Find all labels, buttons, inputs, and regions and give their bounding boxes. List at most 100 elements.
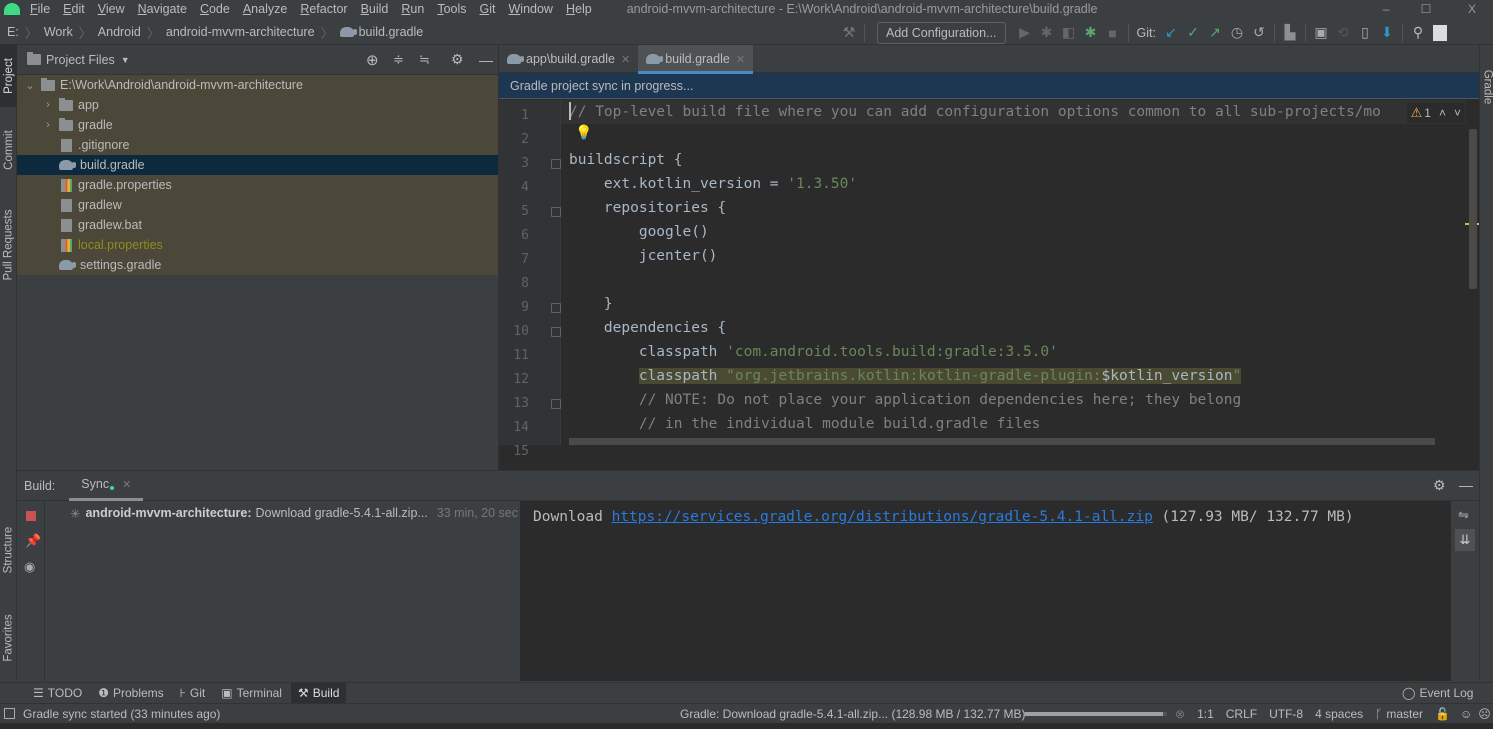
git-commit-icon[interactable]: ✓ [1182,23,1204,43]
tree-item-settings-gradle[interactable]: settings.gradle [17,255,498,275]
breadcrumb-drive[interactable]: E: [7,25,19,39]
tool-tab-commit[interactable]: Commit [0,115,17,185]
horizontal-scrollbar[interactable] [569,438,1435,445]
toggle-tool-windows-icon[interactable] [4,708,15,719]
tree-item-gitignore[interactable]: .gitignore [17,135,498,155]
menu-code[interactable]: Code [200,2,230,16]
scroll-to-end-icon[interactable]: ⇊ [1455,529,1475,551]
minimize-button[interactable]: – [1366,0,1406,18]
hide-panel-icon[interactable]: — [1459,477,1473,493]
debug-icon[interactable]: ✱ [1036,23,1058,43]
close-tab-icon[interactable]: ✕ [621,53,630,66]
line-separator[interactable]: CRLF [1226,707,1257,721]
menu-build[interactable]: Build [361,2,389,16]
close-tab-icon[interactable]: ✕ [736,53,745,66]
inspection-widget[interactable]: ⚠ 1 ˄ ˅ [1406,103,1465,123]
tool-tab-structure[interactable]: Structure [0,515,17,585]
search-icon[interactable]: ⚲ [1407,23,1429,43]
chevron-down-icon[interactable]: ⌄ [23,79,37,92]
profile-icon[interactable]: ◧ [1058,23,1080,43]
chevron-right-icon[interactable]: › [41,99,55,111]
lightbulb-icon[interactable]: 💡 [575,124,592,141]
soft-wrap-icon[interactable]: ⇋ [1458,507,1469,523]
download-link[interactable]: https://services.gradle.org/distribution… [612,509,1153,525]
git-push-icon[interactable]: ↗ [1204,23,1226,43]
tool-tab-project[interactable]: Project [0,45,17,107]
pin-icon[interactable]: 📌 [25,533,41,549]
event-log-button[interactable]: ◯ Event Log [1402,686,1473,700]
tree-item-app[interactable]: › app [17,95,498,115]
tree-root[interactable]: ⌄ E:\Work\Android\android-mvvm-architect… [17,75,498,95]
breadcrumb-work[interactable]: Work [44,25,73,39]
expand-all-icon[interactable]: ≑ [393,52,404,68]
run-icon[interactable]: ▶ [1014,23,1036,43]
eye-filter-icon[interactable]: ◉ [24,559,35,575]
stop-icon[interactable]: ■ [1102,23,1124,43]
emulator-icon[interactable]: ▣ [1310,23,1332,43]
menu-analyze[interactable]: Analyze [243,2,287,16]
tool-tab-build[interactable]: ⚒ Build [290,682,347,704]
chevron-right-icon[interactable]: › [41,119,55,131]
build-task-row[interactable]: ✳ android-mvvm-architecture: Download gr… [70,504,520,522]
git-history-icon[interactable]: ◷ [1226,23,1248,43]
next-highlight-icon[interactable]: ˅ [1454,106,1461,120]
close-button[interactable]: X [1452,0,1492,18]
maximize-button[interactable]: ☐ [1406,0,1446,18]
tab-app-build-gradle[interactable]: app\build.gradle ✕ [499,45,638,73]
fold-marker-icon[interactable] [551,327,561,337]
breadcrumb-project[interactable]: android-mvvm-architecture [166,25,315,39]
file-encoding[interactable]: UTF-8 [1269,707,1303,721]
tool-tab-git[interactable]: ⊦ Git [173,683,213,704]
menu-window[interactable]: Window [508,2,552,16]
status-message[interactable]: Gradle sync started (33 minutes ago) [23,707,220,721]
chevron-down-icon[interactable]: ▼ [121,55,130,65]
cancel-progress-icon[interactable]: ⊗ [1175,707,1185,721]
attach-debugger-icon[interactable]: ✱ [1080,23,1102,43]
menu-git[interactable]: Git [480,2,496,16]
tree-item-gradlew-bat[interactable]: gradlew.bat [17,215,498,235]
tree-item-build-gradle[interactable]: build.gradle [17,155,498,175]
caret-position[interactable]: 1:1 [1197,707,1214,721]
tool-tab-gradle[interactable]: Gradle [1480,57,1493,117]
fold-marker-icon[interactable] [551,159,561,169]
tab-build-gradle[interactable]: build.gradle ✕ [638,45,754,74]
stop-icon[interactable] [26,511,36,521]
previous-highlight-icon[interactable]: ˄ [1439,106,1446,120]
tool-tab-problems[interactable]: ❶ Problems [91,683,170,704]
lock-icon[interactable]: 🔓 [1435,707,1450,721]
tool-tab-terminal[interactable]: ▣ Terminal [214,683,289,704]
menu-edit[interactable]: Edit [63,2,85,16]
tree-item-local-properties[interactable]: local.properties [17,235,498,255]
git-rollback-icon[interactable]: ↺ [1248,23,1270,43]
menu-refactor[interactable]: Refactor [300,2,347,16]
hammer-build-icon[interactable]: ⚒ [838,23,860,43]
gear-icon[interactable]: ⚙ [451,51,464,68]
git-update-icon[interactable]: ↙ [1160,23,1182,43]
tree-item-gradlew[interactable]: gradlew [17,195,498,215]
menu-help[interactable]: Help [566,2,592,16]
device-manager-icon[interactable]: ▯ [1354,23,1376,43]
hide-panel-icon[interactable]: — [479,52,493,68]
tool-tab-favorites[interactable]: Favorites [0,600,17,675]
add-configuration-button[interactable]: Add Configuration... [877,21,1006,44]
code-area[interactable]: // Top-level build file where you can ad… [561,100,1466,445]
feedback-sad-icon[interactable]: ☹ [1478,707,1491,721]
locate-file-icon[interactable]: ⊕ [366,51,379,69]
breadcrumb-file[interactable]: build.gradle [339,25,423,39]
git-branch[interactable]: master [1386,707,1423,721]
tree-item-gradle-properties[interactable]: gradle.properties [17,175,498,195]
fold-marker-icon[interactable] [551,399,561,409]
account-avatar-icon[interactable] [1429,23,1451,43]
close-tab-icon[interactable]: ✕ [122,478,131,491]
vertical-scrollbar[interactable] [1469,129,1477,289]
breadcrumb-android[interactable]: Android [98,25,141,39]
indent-setting[interactable]: 4 spaces [1315,707,1363,721]
tool-tab-todo[interactable]: ☰ TODO [26,683,89,704]
tool-tab-pull-requests[interactable]: Pull Requests [0,195,17,295]
menu-view[interactable]: View [98,2,125,16]
feedback-happy-icon[interactable]: ☺ [1460,707,1472,721]
project-structure-icon[interactable]: ▙ [1279,23,1301,43]
gradle-sync-icon[interactable]: ⟲ [1332,23,1354,43]
build-console[interactable]: Download https://services.gradle.org/dis… [520,501,1451,681]
tree-item-gradle[interactable]: › gradle [17,115,498,135]
